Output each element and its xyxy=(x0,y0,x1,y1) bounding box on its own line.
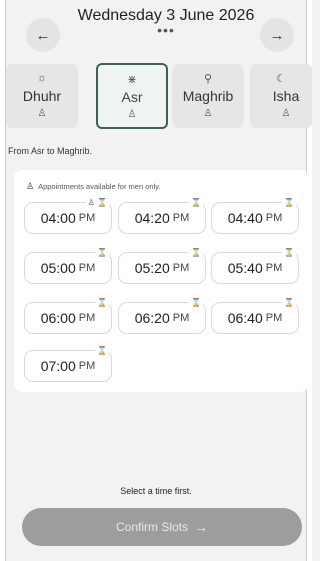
sun-icon: ☼ xyxy=(36,72,48,84)
arrow-left-icon: ← xyxy=(35,26,51,44)
sun-low-icon: ⋇ xyxy=(127,74,137,86)
hourglass-icon: ⌛ xyxy=(189,198,203,208)
slot-time: 06:20 xyxy=(134,310,170,326)
slot-ampm: PM xyxy=(78,212,96,224)
tab-label: Dhuhr xyxy=(22,88,62,104)
arrow-right-icon: → xyxy=(194,519,209,535)
tab-label: Isha xyxy=(272,88,300,104)
hourglass-icon: ⌛ xyxy=(95,298,109,308)
more-icon[interactable]: ••• xyxy=(66,22,266,38)
hourglass-icon: ⌛ xyxy=(282,248,296,258)
slot-time: 06:00 xyxy=(40,310,76,326)
tab-isha[interactable]: ☾ Isha ♙ xyxy=(250,64,312,128)
availability-note: ♙ Appointments available for men only. xyxy=(26,181,161,192)
sunset-icon: ⚲ xyxy=(203,73,213,85)
person-icon: ♙ xyxy=(203,108,213,119)
person-icon: ♙ xyxy=(127,109,137,120)
previous-day-button[interactable]: ← xyxy=(26,18,60,52)
time-slot[interactable]: ⌛ 04:20 PM xyxy=(118,198,206,234)
confirm-slots-label: Confirm Slots xyxy=(115,520,189,534)
hourglass-icon: ⌛ xyxy=(282,298,296,308)
slot-ampm: PM xyxy=(265,212,283,224)
tab-dhuhr[interactable]: ☼ Dhuhr ♙ xyxy=(6,64,78,128)
time-slot[interactable]: ⌛ 05:40 PM xyxy=(211,248,299,284)
time-slot[interactable]: ⌛ 06:40 PM xyxy=(211,298,299,334)
slots-card: ♙ Appointments available for men only. ♙… xyxy=(14,170,308,392)
time-slot[interactable]: ⌛ 05:00 PM xyxy=(24,248,112,284)
slot-ampm: PM xyxy=(78,312,96,324)
slot-ampm: PM xyxy=(172,312,190,324)
slot-ampm: PM xyxy=(172,212,190,224)
slot-time: 05:00 xyxy=(40,260,76,276)
select-time-hint: Select a time first. xyxy=(120,486,192,496)
hourglass-icon: ⌛ xyxy=(282,198,296,208)
slot-time: 04:20 xyxy=(134,210,170,226)
slot-ampm: PM xyxy=(78,262,96,274)
tab-label: Asr xyxy=(121,89,143,105)
tab-label: Maghrib xyxy=(182,88,234,104)
slot-time: 04:00 xyxy=(40,210,76,226)
slot-ampm: PM xyxy=(265,262,283,274)
person-icon: ♙ xyxy=(26,181,35,191)
slot-time: 04:40 xyxy=(227,210,263,226)
hourglass-icon: ⌛ xyxy=(95,346,109,356)
arrow-right-icon: → xyxy=(269,26,285,44)
time-slot[interactable]: ⌛ 05:20 PM xyxy=(118,248,206,284)
hourglass-icon: ⌛ xyxy=(189,248,203,258)
slot-ampm: PM xyxy=(172,262,190,274)
tab-maghrib[interactable]: ⚲ Maghrib ♙ xyxy=(172,64,244,128)
hourglass-icon: ⌛ xyxy=(95,248,109,258)
slot-time: 07:00 xyxy=(40,358,76,374)
next-day-button[interactable]: → xyxy=(260,18,294,52)
slot-status-icon: ♙ ⌛ xyxy=(85,198,109,208)
person-icon: ♙ xyxy=(37,108,47,119)
time-slot[interactable]: ⌛ 04:40 PM xyxy=(211,198,299,234)
slot-time: 05:20 xyxy=(134,260,170,276)
availability-note-text: Appointments available for men only. xyxy=(38,182,161,191)
hourglass-icon: ⌛ xyxy=(189,298,203,308)
people-icon: ♙ xyxy=(281,108,291,119)
moon-icon: ☾ xyxy=(276,73,286,85)
tab-asr[interactable]: ⋇ Asr ♙ xyxy=(96,63,168,129)
time-slot[interactable]: ♙ ⌛ 04:00 PM xyxy=(24,198,112,234)
confirm-slots-button[interactable]: Confirm Slots → xyxy=(22,508,302,546)
time-slot[interactable]: ⌛ 07:00 PM xyxy=(24,346,112,382)
range-text: From Asr to Maghrib. xyxy=(8,146,93,156)
prayer-tabs: ☼ Dhuhr ♙ ⋇ Asr ♙ ⚲ Maghrib ♙ ☾ Isha ♙ xyxy=(0,60,312,130)
slot-ampm: PM xyxy=(78,360,96,372)
date-header: ← Wednesday 3 June 2026 ••• → xyxy=(6,0,306,58)
slot-time: 05:40 xyxy=(227,260,263,276)
time-slot[interactable]: ⌛ 06:20 PM xyxy=(118,298,206,334)
time-slot[interactable]: ⌛ 06:00 PM xyxy=(24,298,112,334)
slot-time: 06:40 xyxy=(227,310,263,326)
slot-ampm: PM xyxy=(265,312,283,324)
